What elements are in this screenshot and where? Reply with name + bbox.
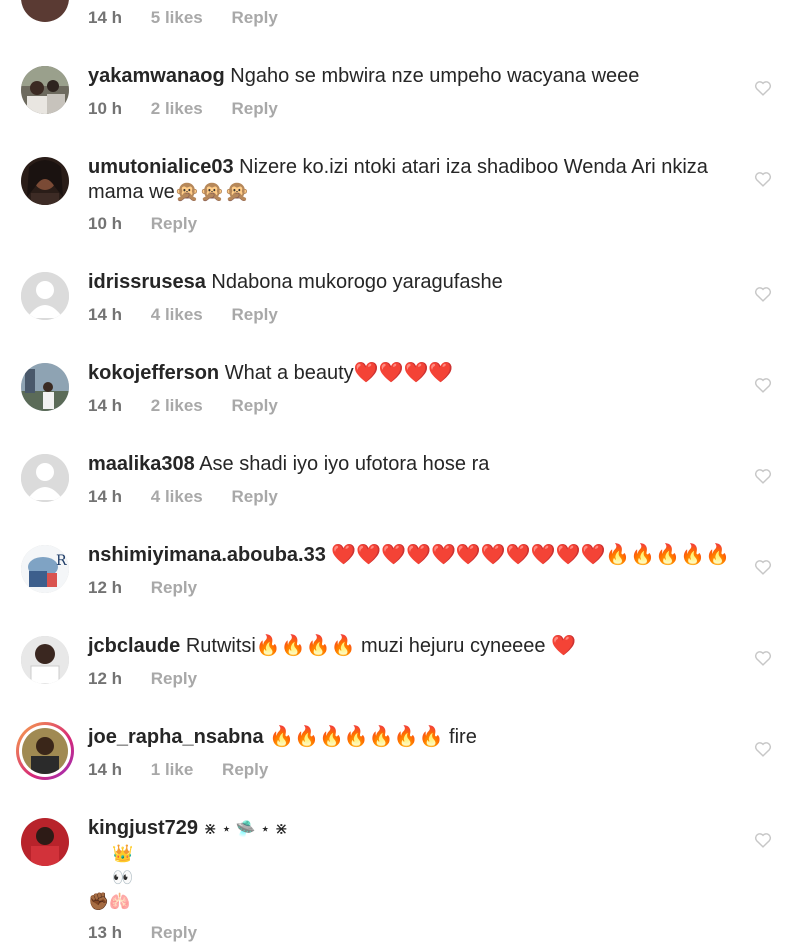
avatar-photo: R <box>21 545 69 593</box>
reply-button[interactable]: Reply <box>232 99 278 118</box>
avatar-photo <box>21 818 69 866</box>
comment-text: Ase shadi iyo iyo ufotora hose ra <box>199 453 490 475</box>
avatar[interactable] <box>21 636 69 684</box>
reply-button[interactable]: Reply <box>151 578 197 597</box>
comment-time: 14 h <box>88 305 123 324</box>
comment-username[interactable]: nshimiyimana.abouba.33 <box>88 544 326 566</box>
avatar[interactable] <box>21 0 69 22</box>
comment-time: 10 h <box>88 99 123 118</box>
likes-count[interactable]: 5 likes <box>151 8 203 27</box>
avatar-photo <box>21 66 69 114</box>
reply-button[interactable]: Reply <box>222 760 268 779</box>
comment-meta: 12 h Reply <box>88 669 221 689</box>
comment-time: 13 h <box>88 923 123 942</box>
comment-username[interactable]: umutonialice03 <box>88 156 234 178</box>
like-heart-icon[interactable] <box>754 650 772 666</box>
comment-meta: 10 h Reply <box>88 214 221 234</box>
likes-count[interactable]: 4 likes <box>151 305 203 324</box>
comment-time: 10 h <box>88 214 123 233</box>
comment-body: jcbclaude Rutwitsi🔥🔥🔥🔥 muzi hejuru cynee… <box>88 634 740 659</box>
likes-count[interactable]: 2 likes <box>151 99 203 118</box>
reply-button[interactable]: Reply <box>232 305 278 324</box>
comment-username[interactable]: kingjust729 <box>88 817 198 839</box>
comments-list: 14 h 5 likes Reply yakamwanaog Ngaho se … <box>0 0 800 947</box>
comment-time: 14 h <box>88 396 123 415</box>
default-avatar-icon[interactable] <box>21 454 69 502</box>
comment-text-line: 👑 <box>112 844 134 863</box>
comment-body: kingjust729 ⋇ ⋆ 🛸 ⋆ ⋇ <box>88 816 740 842</box>
comment-meta: 12 h Reply <box>88 578 221 598</box>
comment-text: Ngaho se mbwira nze umpeho wacyana weee <box>230 65 640 87</box>
comment-text: Rutwitsi🔥🔥🔥🔥 muzi hejuru cyneeee ❤️ <box>185 635 577 657</box>
like-heart-icon[interactable] <box>754 286 772 302</box>
comment-time: 14 h <box>88 760 123 779</box>
reply-button[interactable]: Reply <box>151 923 197 942</box>
comment-text-line: 👀 <box>112 868 134 887</box>
avatar-photo <box>22 728 68 774</box>
comment-meta: 14 h 1 like Reply <box>88 760 292 780</box>
avatar[interactable] <box>21 157 69 205</box>
comment-username[interactable]: idrissrusesa <box>88 271 206 293</box>
avatar-photo <box>21 363 69 411</box>
comment-time: 12 h <box>88 578 123 597</box>
comment-meta: 14 h 5 likes Reply <box>88 8 302 28</box>
comment-time: 12 h <box>88 669 123 688</box>
comment-meta: 10 h 2 likes Reply <box>88 99 302 119</box>
comment-username[interactable]: joe_rapha_nsabna <box>88 726 264 748</box>
likes-count[interactable]: 2 likes <box>151 396 203 415</box>
comment-body: yakamwanaog Ngaho se mbwira nze umpeho w… <box>88 64 740 89</box>
comment-meta: 14 h 4 likes Reply <box>88 487 302 507</box>
reply-button[interactable]: Reply <box>232 487 278 506</box>
comment-text: Ndabona mukorogo yaragufashe <box>211 271 503 293</box>
comment-time: 14 h <box>88 487 123 506</box>
like-heart-icon[interactable] <box>754 741 772 757</box>
comment-time: 14 h <box>88 8 123 27</box>
reply-button[interactable]: Reply <box>232 396 278 415</box>
comment-username[interactable]: kokojefferson <box>88 362 219 384</box>
likes-count[interactable]: 4 likes <box>151 487 203 506</box>
reply-button[interactable]: Reply <box>151 214 197 233</box>
like-heart-icon[interactable] <box>754 171 772 187</box>
like-heart-icon[interactable] <box>754 832 772 848</box>
comment-meta: 14 h 4 likes Reply <box>88 305 302 325</box>
like-heart-icon[interactable] <box>754 468 772 484</box>
comment-text: ❤️❤️❤️❤️❤️❤️❤️❤️❤️❤️❤️🔥🔥🔥🔥🔥 <box>331 544 730 566</box>
svg-text:R: R <box>56 553 67 569</box>
avatar-story-ring[interactable] <box>16 722 74 780</box>
comment-text-continued: 👑 👀 ✊🏾🫁 <box>88 842 133 914</box>
comment-body: umutonialice03 Nizere ko.izi ntoki atari… <box>88 155 740 205</box>
likes-count[interactable]: 1 like <box>151 760 194 779</box>
comment-text: What a beauty❤️❤️❤️❤️ <box>224 362 454 384</box>
like-heart-icon[interactable] <box>754 559 772 575</box>
reply-button[interactable]: Reply <box>232 8 278 27</box>
reply-button[interactable]: Reply <box>151 669 197 688</box>
comment-meta: 14 h 2 likes Reply <box>88 396 302 416</box>
avatar-photo <box>21 636 69 684</box>
like-heart-icon[interactable] <box>754 377 772 393</box>
comment-text-line: ✊🏾🫁 <box>88 892 131 911</box>
comment-username[interactable]: yakamwanaog <box>88 65 225 87</box>
like-heart-icon[interactable] <box>754 80 772 96</box>
avatar[interactable] <box>21 363 69 411</box>
comment-body: joe_rapha_nsabna 🔥🔥🔥🔥🔥🔥🔥 fire <box>88 725 740 750</box>
comment-body: kokojefferson What a beauty❤️❤️❤️❤️ <box>88 361 740 386</box>
comment-username[interactable]: maalika308 <box>88 453 195 475</box>
avatar[interactable]: R <box>21 545 69 593</box>
default-avatar-icon[interactable] <box>21 272 69 320</box>
comment-body: maalika308 Ase shadi iyo iyo ufotora hos… <box>88 452 740 477</box>
comment-body: nshimiyimana.abouba.33 ❤️❤️❤️❤️❤️❤️❤️❤️❤… <box>88 543 740 568</box>
avatar <box>22 728 68 774</box>
comment-text: 🔥🔥🔥🔥🔥🔥🔥 fire <box>269 726 477 748</box>
avatar-photo <box>21 157 69 205</box>
comment-text: ⋇ ⋆ 🛸 ⋆ ⋇ <box>203 821 289 838</box>
comment-username[interactable]: jcbclaude <box>88 635 180 657</box>
avatar[interactable] <box>21 66 69 114</box>
comment-meta: 13 h Reply <box>88 923 221 943</box>
comment-body: idrissrusesa Ndabona mukorogo yaragufash… <box>88 270 740 295</box>
avatar[interactable] <box>21 818 69 866</box>
